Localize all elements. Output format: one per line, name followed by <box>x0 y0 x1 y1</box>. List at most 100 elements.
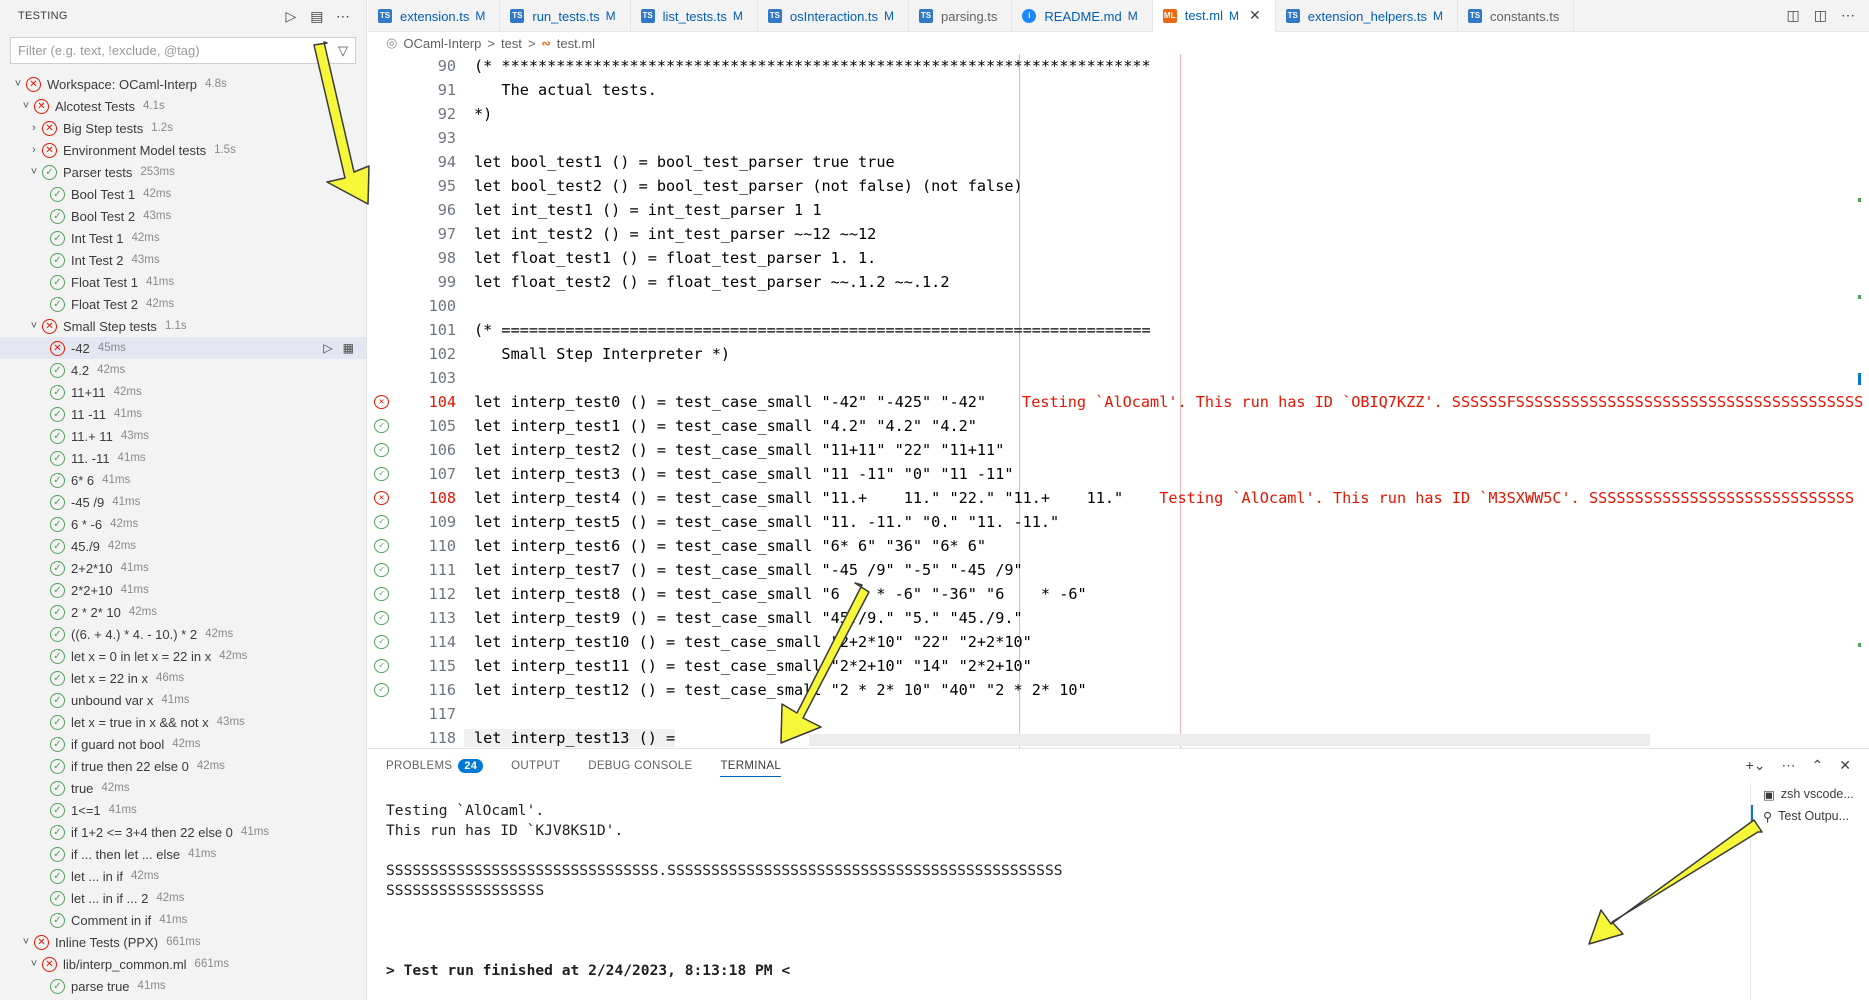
run-all-tests-icon[interactable]: ▷ <box>278 5 304 27</box>
test-tree-item[interactable]: ✓ unbound var x 41ms <box>0 689 366 711</box>
test-tree-item[interactable]: ✓ let ... in if ... 2 42ms <box>0 887 366 909</box>
test-tree-item[interactable]: ✓ true 42ms <box>0 777 366 799</box>
more-actions-icon[interactable]: ⋯ <box>1841 7 1855 24</box>
filter-funnel-icon[interactable]: ▽ <box>338 43 348 59</box>
new-terminal-icon[interactable]: +⌄ <box>1746 757 1766 774</box>
split-editor-icon[interactable]: ◫ <box>1814 7 1827 24</box>
test-passed-icon[interactable]: ✓ <box>374 443 389 457</box>
test-passed-icon[interactable]: ✓ <box>374 563 389 577</box>
editor-tab[interactable]: TS run_tests.ts M <box>500 0 631 32</box>
test-tree-item[interactable]: ✓ 4.2 42ms <box>0 359 366 381</box>
test-tree-item[interactable]: ✓ let ... in if 42ms <box>0 865 366 887</box>
test-tree-item[interactable]: ✓ parse true 41ms <box>0 975 366 997</box>
editor-tab[interactable]: TS constants.ts <box>1458 0 1575 32</box>
test-tree-item[interactable]: ✓ if ... then let ... else 41ms <box>0 843 366 865</box>
test-tree-item[interactable]: ✓ Int Test 1 42ms <box>0 227 366 249</box>
horizontal-scrollbar[interactable] <box>809 734 1650 746</box>
test-tree-item[interactable]: ✕ -42 45ms ▷ ▦ <box>0 337 366 359</box>
maximize-panel-icon[interactable]: ⌃ <box>1812 757 1824 774</box>
chevron-right-icon[interactable]: › <box>26 122 42 134</box>
test-tree-item[interactable]: ✓ let x = true in x && not x 43ms <box>0 711 366 733</box>
test-passed-icon[interactable]: ✓ <box>374 635 389 649</box>
test-tree-item[interactable]: ✓ 2 * 2* 10 42ms <box>0 601 366 623</box>
editor-tab[interactable]: TS extension_helpers.ts M <box>1276 0 1458 32</box>
test-filter-input[interactable]: Filter (e.g. text, !exclude, @tag) ▽ <box>10 37 356 64</box>
test-tree-item[interactable]: ˅ ✓ Parser tests 253ms <box>0 161 366 183</box>
terminal-item-zsh[interactable]: ▣ zsh vscode... <box>1751 783 1869 805</box>
test-tree-item[interactable]: ˅ ✕ Inline Tests (PPX) 661ms <box>0 931 366 953</box>
test-tree-item[interactable]: ˅ ✕ Small Step tests 1.1s <box>0 315 366 337</box>
tab-terminal[interactable]: TERMINAL <box>720 755 782 777</box>
test-tree-item[interactable]: ✓ 11 -11 41ms <box>0 403 366 425</box>
code-editor[interactable]: 90 (* ***********************************… <box>368 54 1869 748</box>
test-passed-icon[interactable]: ✓ <box>374 611 389 625</box>
test-tree-item[interactable]: ✓ Bool Test 1 42ms <box>0 183 366 205</box>
test-tree-item[interactable]: ✓ 45./9 42ms <box>0 535 366 557</box>
test-tree-item[interactable]: ✓ let x = 0 in let x = 22 in x 42ms <box>0 645 366 667</box>
test-passed-icon[interactable]: ✓ <box>374 539 389 553</box>
test-tree-item[interactable]: ˅ ✕ Alcotest Tests 4.1s <box>0 95 366 117</box>
more-actions-icon[interactable]: ⋯ <box>1782 757 1796 774</box>
test-passed-icon[interactable]: ✓ <box>374 419 389 433</box>
close-panel-icon[interactable]: ✕ <box>1839 757 1851 774</box>
test-tree-item[interactable]: ✓ Float Test 2 42ms <box>0 293 366 315</box>
editor-tab[interactable]: ML test.ml M ✕ <box>1152 0 1276 32</box>
terminal-item-test-output[interactable]: ⚲ Test Outpu... <box>1751 805 1869 827</box>
chevron-down-icon[interactable]: ˅ <box>10 78 26 90</box>
test-tree-item[interactable]: ✓ ((6. + 4.) * 4. - 10.) * 2 42ms <box>0 623 366 645</box>
test-tree-item[interactable]: ✓ Bool Test 2 43ms <box>0 205 366 227</box>
test-tree-item[interactable]: ✓ 2+2*10 41ms <box>0 557 366 579</box>
test-tree-item[interactable]: ✓ -45 /9 41ms <box>0 491 366 513</box>
test-tree-item[interactable]: ✓ 6 * -6 42ms <box>0 513 366 535</box>
breadcrumb-file[interactable]: test.ml <box>557 36 595 51</box>
test-tree-item[interactable]: ✓ 11. -11 41ms <box>0 447 366 469</box>
test-tree-item[interactable]: ✓ let x = 22 in x 46ms <box>0 667 366 689</box>
tab-problems[interactable]: PROBLEMS 24 <box>386 749 484 783</box>
editor-tab[interactable]: TS osInteraction.ts M <box>758 0 910 32</box>
test-tree-item[interactable]: ✓ if 1+2 <= 3+4 then 22 else 0 41ms <box>0 821 366 843</box>
test-tree-item[interactable]: ✓ Float Test 1 41ms <box>0 271 366 293</box>
test-tree-item[interactable]: ✓ Comment in if 41ms <box>0 909 366 931</box>
chevron-down-icon[interactable]: ˅ <box>26 166 42 178</box>
close-tab-icon[interactable]: ✕ <box>1249 7 1261 24</box>
tab-output[interactable]: OUTPUT <box>511 749 560 783</box>
breadcrumb-root[interactable]: OCaml-Interp <box>403 36 481 51</box>
breadcrumb-folder[interactable]: test <box>501 36 522 51</box>
open-changes-icon[interactable]: ◫ <box>1787 7 1800 24</box>
chevron-down-icon[interactable]: ˅ <box>26 958 42 970</box>
test-passed-icon[interactable]: ✓ <box>374 467 389 481</box>
test-tree-item[interactable]: ✓ if guard not bool 42ms <box>0 733 366 755</box>
test-tree-item[interactable]: ✓ 11.+ 11 43ms <box>0 425 366 447</box>
test-passed-icon[interactable]: ✓ <box>374 587 389 601</box>
terminal-output[interactable]: Testing `AlOcaml'. This run has ID `KJV8K… <box>386 801 1063 981</box>
test-tree-item[interactable]: ✓ 11+11 42ms <box>0 381 366 403</box>
show-output-icon[interactable]: ▤ <box>304 5 330 27</box>
chevron-down-icon[interactable]: ˅ <box>26 320 42 332</box>
test-tree-item[interactable]: ✓ 2*2+10 41ms <box>0 579 366 601</box>
test-passed-icon[interactable]: ✓ <box>374 683 389 697</box>
test-tree-item[interactable]: ✓ if true then 22 else 0 42ms <box>0 755 366 777</box>
test-tree-item[interactable]: ˅ ✕ Workspace: OCaml-Interp 4.8s <box>0 73 366 95</box>
goto-test-icon[interactable]: ▦ <box>343 341 354 355</box>
test-label: let ... in if ... 2 <box>71 890 149 906</box>
more-actions-icon[interactable]: ⋯ <box>330 5 356 27</box>
test-passed-icon[interactable]: ✓ <box>374 515 389 529</box>
run-test-icon[interactable]: ▷ <box>323 341 332 355</box>
editor-tab[interactable]: TS parsing.ts <box>909 0 1013 32</box>
test-tree-item[interactable]: ✓ Int Test 2 43ms <box>0 249 366 271</box>
tab-debug-console[interactable]: DEBUG CONSOLE <box>588 749 692 783</box>
test-failed-icon[interactable]: ✕ <box>374 491 389 505</box>
test-failed-icon[interactable]: ✕ <box>374 395 389 409</box>
chevron-down-icon[interactable]: ˅ <box>18 100 34 112</box>
test-tree-item[interactable]: › ✕ Environment Model tests 1.5s <box>0 139 366 161</box>
editor-tab[interactable]: TS extension.ts M <box>368 0 501 32</box>
test-tree-item[interactable]: ✓ 6* 6 41ms <box>0 469 366 491</box>
editor-tab[interactable]: TS list_tests.ts M <box>631 0 758 32</box>
editor-tab[interactable]: i README.md M <box>1012 0 1153 32</box>
chevron-right-icon[interactable]: › <box>26 144 42 156</box>
test-tree-item[interactable]: ✓ 1<=1 41ms <box>0 799 366 821</box>
test-passed-icon[interactable]: ✓ <box>374 659 389 673</box>
test-tree-item[interactable]: › ✕ Big Step tests 1.2s <box>0 117 366 139</box>
test-tree-item[interactable]: ˅ ✕ lib/interp_common.ml 661ms <box>0 953 366 975</box>
chevron-down-icon[interactable]: ˅ <box>18 936 34 948</box>
